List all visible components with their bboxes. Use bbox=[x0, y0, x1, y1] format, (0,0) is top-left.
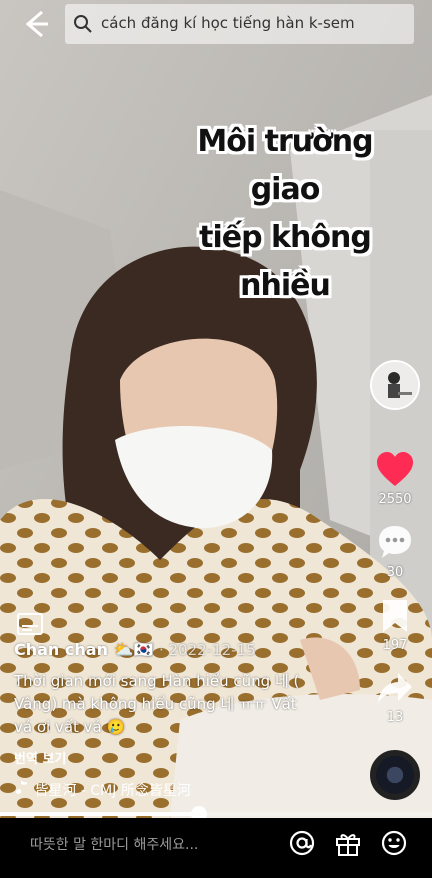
captions-icon[interactable] bbox=[16, 610, 44, 638]
gift-icon[interactable] bbox=[334, 829, 362, 857]
bookmark-icon bbox=[383, 600, 407, 632]
emoji-icon[interactable] bbox=[380, 829, 408, 857]
music-title: 皆星河 - CMJ 所念皆星河 bbox=[34, 783, 191, 799]
comment-icon bbox=[379, 526, 411, 558]
author-emojis: ⛅🇰🇷 bbox=[113, 640, 154, 659]
progress-bar[interactable] bbox=[0, 806, 432, 822]
post-description: Thời gian mới sang Hàn hiểu cũng 네 ( Vân… bbox=[14, 672, 300, 736]
top-bar: cách đăng kí học tiếng hàn k-sem bbox=[0, 0, 432, 50]
share-button[interactable]: 13 bbox=[366, 670, 424, 725]
music-note-icon bbox=[15, 780, 27, 794]
comment-bar: 따뜻한 말 한마디 해주세요... bbox=[0, 818, 432, 878]
music-ticker[interactable]: 皆星河 - CMJ 所念皆星河 bbox=[14, 779, 314, 801]
like-button[interactable]: 2550 bbox=[366, 450, 424, 507]
share-icon bbox=[378, 673, 412, 703]
back-button[interactable] bbox=[18, 8, 54, 40]
save-count: 197 bbox=[382, 638, 408, 653]
music-disc[interactable] bbox=[370, 750, 420, 800]
post-date: · 2022-12-15 bbox=[158, 641, 256, 659]
post-author-line[interactable]: Chan chan ⛅🇰🇷 · 2022-12-15 bbox=[14, 640, 256, 659]
heart-icon bbox=[377, 452, 413, 486]
search-query[interactable]: cách đăng kí học tiếng hàn k-sem bbox=[101, 14, 355, 32]
author-name[interactable]: Chan chan bbox=[14, 640, 108, 659]
comment-input[interactable]: 따뜻한 말 한마디 해주세요... bbox=[30, 834, 198, 854]
comment-count: 30 bbox=[386, 565, 404, 580]
video-screen: cách đăng kí học tiếng hàn k-sem Môi trư… bbox=[0, 0, 432, 878]
at-icon[interactable] bbox=[288, 829, 316, 857]
comment-button[interactable]: 30 bbox=[366, 523, 424, 580]
overlay-line: Môi trường giao bbox=[197, 124, 373, 207]
progress-fill bbox=[0, 812, 199, 816]
back-arrow-icon bbox=[25, 10, 48, 38]
search-icon bbox=[74, 15, 92, 33]
share-count: 13 bbox=[386, 710, 404, 725]
like-count: 2550 bbox=[378, 492, 412, 507]
creator-avatar[interactable] bbox=[370, 360, 420, 410]
overlay-line: tiếp không nhiều bbox=[199, 220, 372, 303]
avatar-image bbox=[372, 362, 418, 408]
translate-link[interactable]: 번역 보기 bbox=[14, 748, 66, 767]
search-bar[interactable]: cách đăng kí học tiếng hàn k-sem bbox=[65, 4, 414, 44]
video-text-overlay: Môi trường giao tiếp không nhiều bbox=[160, 118, 410, 310]
save-button[interactable]: 197 bbox=[366, 598, 424, 653]
